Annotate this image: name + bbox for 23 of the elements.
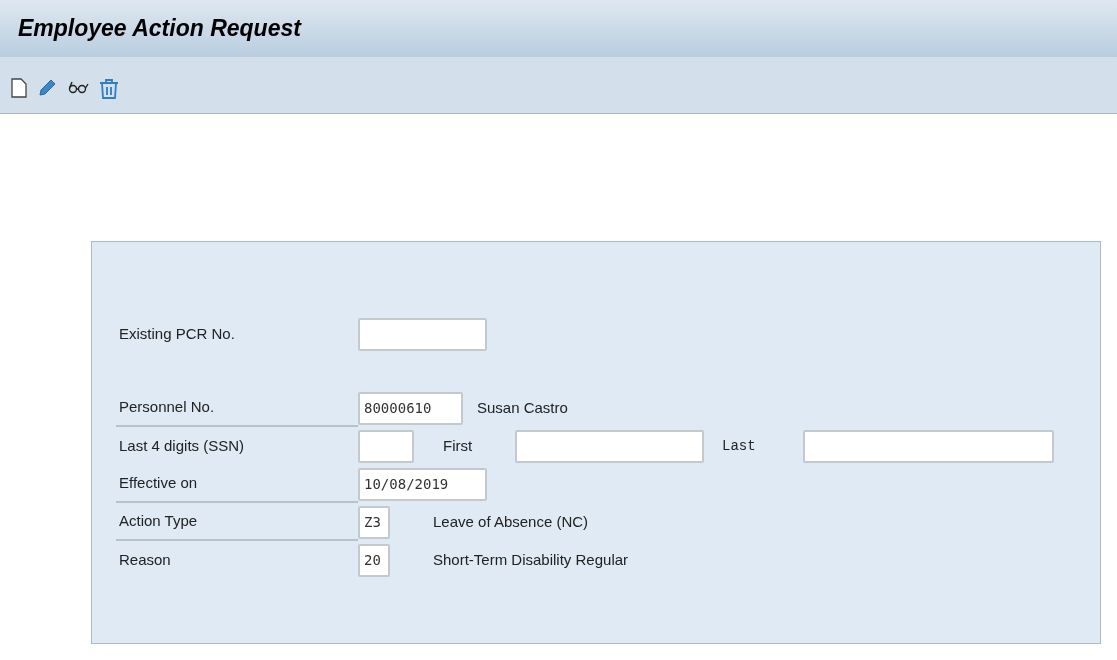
field-label: Last bbox=[722, 437, 757, 456]
description-text: Leave of Absence (NC) bbox=[433, 512, 589, 533]
file-icon[interactable] bbox=[11, 78, 27, 98]
trash-icon[interactable] bbox=[99, 78, 119, 100]
input-field[interactable]: 80000610 bbox=[358, 392, 463, 425]
input-field[interactable] bbox=[803, 430, 1054, 463]
field-label: Effective on bbox=[119, 473, 198, 494]
input-field[interactable] bbox=[515, 430, 704, 463]
field-label: Action Type bbox=[119, 511, 198, 532]
field-label: Personnel No. bbox=[119, 397, 215, 418]
field-label: First bbox=[443, 436, 474, 457]
field-label: Last 4 digits (SSN) bbox=[119, 436, 245, 457]
window-title: Employee Action Request bbox=[18, 14, 301, 44]
input-field[interactable]: 20 bbox=[358, 544, 390, 577]
field-label: Existing PCR No. bbox=[119, 324, 235, 345]
employee-name: Susan Castro bbox=[477, 398, 568, 419]
description-text: Short-Term Disability Regular bbox=[433, 550, 629, 571]
pencil-icon[interactable] bbox=[37, 78, 57, 98]
input-field[interactable]: Z3 bbox=[358, 506, 390, 539]
input-field[interactable] bbox=[358, 318, 487, 351]
input-field[interactable]: 10/08/2019 bbox=[358, 468, 487, 501]
input-field[interactable] bbox=[358, 430, 414, 463]
field-label: Reason bbox=[119, 550, 171, 571]
